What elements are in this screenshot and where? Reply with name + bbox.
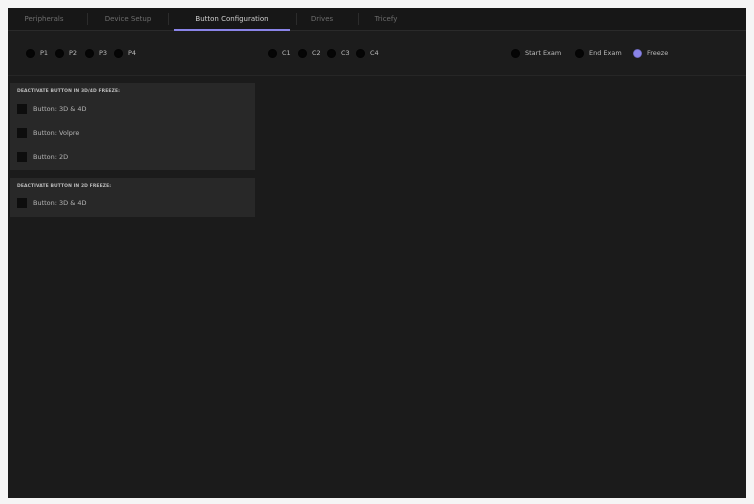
radio-p2[interactable]: P2 — [55, 46, 77, 60]
radio-start-exam[interactable]: Start Exam — [511, 46, 561, 60]
radio-p4[interactable]: P4 — [114, 46, 136, 60]
radio-c3[interactable]: C3 — [327, 46, 350, 60]
radio-dot — [356, 48, 365, 58]
radio-label: P1 — [40, 49, 49, 57]
radio-label: P3 — [99, 49, 108, 57]
radio-p3[interactable]: P3 — [85, 46, 107, 60]
radio-dot — [85, 48, 94, 58]
radio-dot — [298, 48, 307, 58]
radio-dot — [114, 48, 123, 58]
radio-c2[interactable]: C2 — [298, 46, 321, 60]
checkbox-box — [17, 104, 27, 114]
radio-label: Start Exam — [525, 49, 562, 57]
panel-title: DEACTIVATE BUTTON IN 2D FREEZE: — [17, 184, 112, 189]
tab-divider — [87, 13, 88, 25]
settings-screen: Peripherals Device Setup Button Configur… — [8, 8, 746, 498]
tab-drives[interactable]: Drives — [302, 8, 342, 30]
checkbox-label: Button: 3D & 4D — [33, 199, 87, 207]
radio-label: P4 — [128, 49, 137, 57]
panel-title: DEACTIVATE BUTTON IN 3D/4D FREEZE: — [17, 89, 121, 94]
checkbox-3d-4d-2d-freeze[interactable]: Button: 3D & 4D — [17, 198, 87, 208]
button-select-row: P1 P2 P3 P4 C1 C2 C3 C4 Start Exam End E… — [8, 31, 746, 76]
checkbox-label: Button: 2D — [33, 153, 69, 161]
radio-label: C2 — [312, 49, 321, 57]
radio-end-exam[interactable]: End Exam — [575, 46, 622, 60]
tab-button-configuration[interactable]: Button Configuration — [174, 8, 290, 31]
radio-c1[interactable]: C1 — [268, 46, 291, 60]
radio-dot — [575, 48, 584, 58]
tab-divider — [296, 13, 297, 25]
checkbox-box — [17, 198, 27, 208]
panel-3d4d-freeze: DEACTIVATE BUTTON IN 3D/4D FREEZE: Butto… — [10, 83, 255, 170]
panel-2d-freeze: DEACTIVATE BUTTON IN 2D FREEZE: Button: … — [10, 178, 255, 217]
tab-device-setup[interactable]: Device Setup — [94, 8, 162, 30]
checkbox-volpre[interactable]: Button: Volpre — [17, 128, 79, 138]
tab-peripherals[interactable]: Peripherals — [14, 8, 74, 30]
radio-dot — [327, 48, 336, 58]
checkbox-box — [17, 128, 27, 138]
radio-c4[interactable]: C4 — [356, 46, 379, 60]
radio-dot — [511, 48, 520, 58]
radio-label: End Exam — [589, 49, 622, 57]
radio-label: C4 — [370, 49, 379, 57]
radio-label: C3 — [341, 49, 350, 57]
checkbox-label: Button: 3D & 4D — [33, 105, 87, 113]
radio-dot-selected — [633, 48, 642, 58]
radio-dot — [55, 48, 64, 58]
radio-label: Freeze — [647, 49, 669, 57]
radio-freeze[interactable]: Freeze — [633, 46, 668, 60]
tab-bar: Peripherals Device Setup Button Configur… — [8, 8, 746, 31]
checkbox-box — [17, 152, 27, 162]
radio-label: C1 — [282, 49, 291, 57]
radio-label: P2 — [69, 49, 78, 57]
tab-divider — [358, 13, 359, 25]
radio-p1[interactable]: P1 — [26, 46, 48, 60]
radio-dot — [268, 48, 277, 58]
checkbox-label: Button: Volpre — [33, 129, 80, 137]
checkbox-2d[interactable]: Button: 2D — [17, 152, 68, 162]
tab-divider — [168, 13, 169, 25]
radio-dot — [26, 48, 35, 58]
tab-tricefy[interactable]: Tricefy — [364, 8, 408, 30]
checkbox-3d-4d[interactable]: Button: 3D & 4D — [17, 104, 87, 114]
